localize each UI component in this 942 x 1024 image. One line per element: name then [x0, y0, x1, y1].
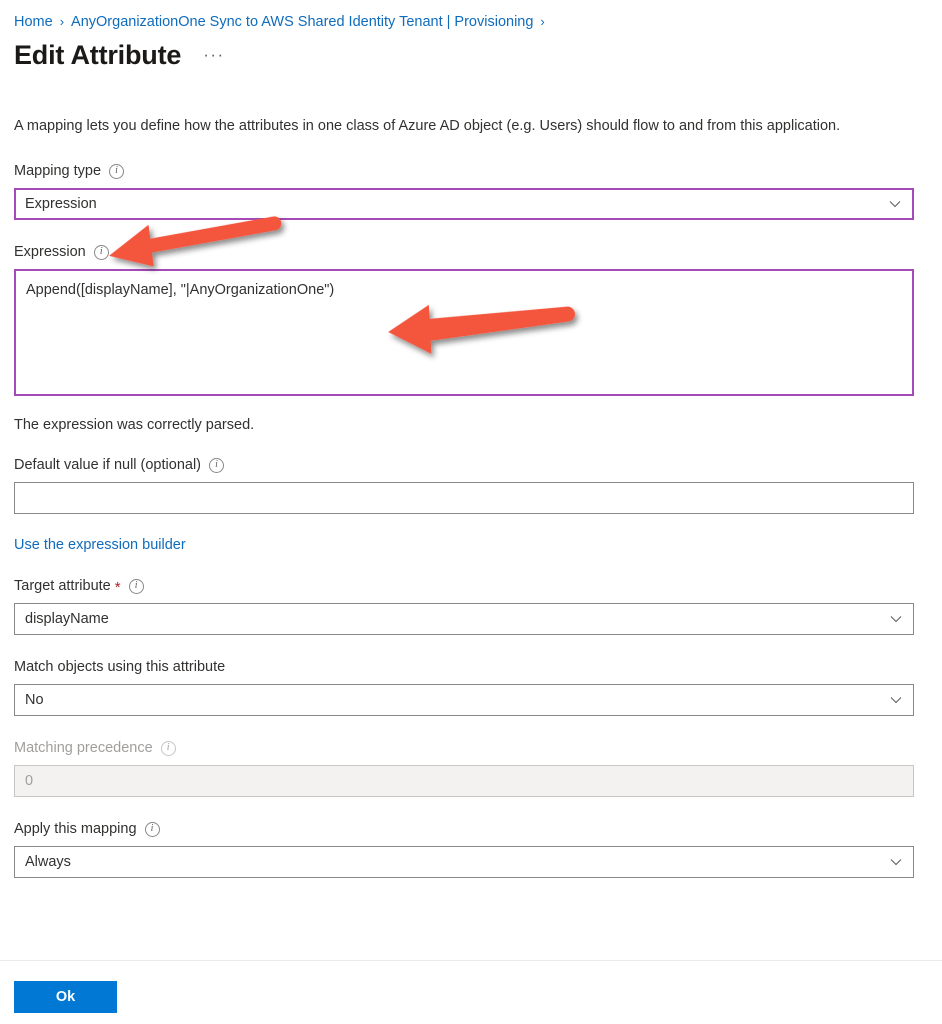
apply-mapping-label: Apply this mapping [14, 821, 137, 837]
footer-divider [0, 960, 942, 961]
target-attribute-select[interactable]: displayName [14, 603, 914, 635]
match-objects-label-row: Match objects using this attribute [14, 657, 928, 677]
title-row: Edit Attribute ··· [14, 37, 928, 77]
breadcrumb-chevron-icon-2: › [540, 14, 545, 29]
info-icon[interactable]: i [209, 457, 224, 473]
target-attribute-label: Target attribute [14, 578, 111, 594]
edit-attribute-page: Home › AnyOrganizationOne Sync to AWS Sh… [0, 0, 942, 1024]
target-attribute-label-row: Target attribute * i [14, 576, 928, 596]
default-value-label: Default value if null (optional) [14, 457, 201, 473]
page-description: A mapping lets you define how the attrib… [14, 118, 841, 134]
expression-label-row: Expression i [14, 242, 928, 262]
breadcrumb: Home › AnyOrganizationOne Sync to AWS Sh… [14, 0, 928, 34]
field-apply-mapping: Apply this mapping i Always [14, 819, 928, 878]
target-attribute-value: displayName [25, 611, 109, 627]
apply-mapping-select[interactable]: Always [14, 846, 914, 878]
required-marker: * [114, 579, 121, 596]
mapping-type-label-row: Mapping type i [14, 161, 928, 181]
chevron-down-icon [890, 694, 902, 706]
mapping-type-select[interactable]: Expression [14, 188, 914, 220]
ok-button[interactable]: Ok [14, 981, 117, 1013]
default-value-input[interactable] [14, 482, 914, 514]
more-actions-icon[interactable]: ··· [203, 46, 224, 63]
breadcrumb-chevron-icon-1: › [59, 14, 65, 29]
match-objects-select[interactable]: No [14, 684, 914, 716]
chevron-down-icon [889, 198, 901, 210]
expression-label: Expression [14, 244, 86, 260]
breadcrumb-item-provisioning[interactable]: AnyOrganizationOne Sync to AWS Shared Id… [71, 14, 533, 30]
default-value-label-row: Default value if null (optional) i [14, 455, 928, 475]
match-objects-value: No [25, 692, 44, 708]
info-icon[interactable]: i [93, 244, 109, 260]
field-match-objects: Match objects using this attribute No [14, 657, 928, 716]
apply-mapping-label-row: Apply this mapping i [14, 819, 928, 839]
field-target-attribute: Target attribute * i displayName [14, 576, 928, 635]
page-title: Edit Attribute [14, 40, 182, 70]
field-mapping-type: Mapping type i Expression [14, 161, 928, 220]
match-objects-label: Match objects using this attribute [14, 659, 226, 675]
field-default-value: Default value if null (optional) i [14, 455, 928, 514]
info-icon[interactable]: i [144, 821, 160, 837]
info-icon[interactable]: i [160, 740, 176, 756]
use-expression-builder-link[interactable]: Use the expression builder [14, 537, 186, 553]
info-icon[interactable]: i [128, 578, 144, 594]
field-expression: Expression i Append([displayName], "|Any… [14, 242, 928, 396]
info-icon[interactable]: i [109, 163, 125, 179]
expression-builder-link-row: Use the expression builder [14, 536, 928, 554]
mapping-type-value: Expression [25, 196, 97, 212]
apply-mapping-value: Always [25, 854, 71, 870]
expression-textarea[interactable]: Append([displayName], "|AnyOrganizationO… [14, 269, 914, 396]
chevron-down-icon [890, 613, 902, 625]
field-matching-precedence: Matching precedence i 0 [14, 738, 928, 797]
breadcrumb-item-home[interactable]: Home [14, 14, 53, 30]
expression-parse-status: The expression was correctly parsed. [14, 417, 255, 433]
matching-precedence-label-row: Matching precedence i [14, 738, 928, 758]
matching-precedence-label: Matching precedence [14, 740, 153, 756]
mapping-type-label: Mapping type [14, 163, 102, 179]
chevron-down-icon [890, 856, 902, 868]
matching-precedence-input: 0 [14, 765, 914, 797]
